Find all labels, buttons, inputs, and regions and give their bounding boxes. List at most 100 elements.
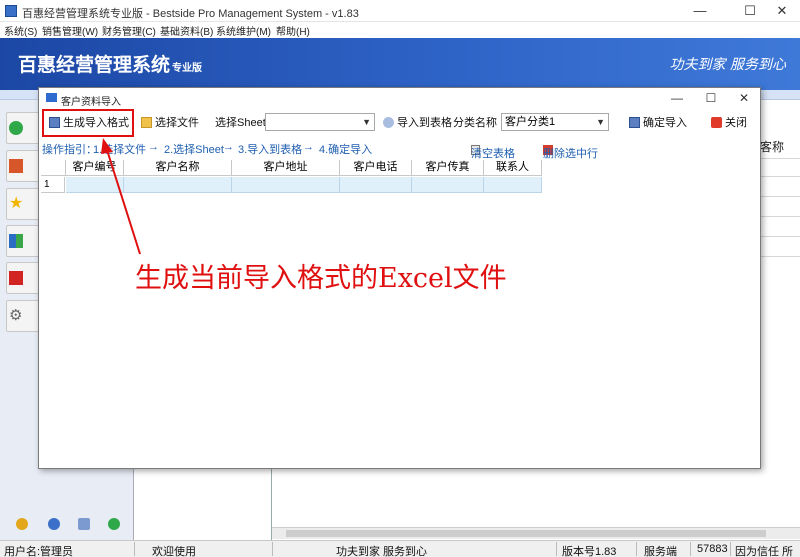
- import-to-table-button[interactable]: 导入到表格: [383, 113, 452, 131]
- banner-slogan: 功夫到家 服务到心: [669, 57, 786, 73]
- grid-cell[interactable]: [66, 177, 124, 193]
- column-header[interactable]: 联系人: [484, 160, 542, 176]
- dialog-maximize-button[interactable]: ☐: [695, 88, 727, 108]
- category-label: 分类名称: [453, 113, 497, 131]
- choose-file-label: 选择文件: [155, 117, 199, 129]
- green-circle-icon: [9, 121, 23, 135]
- status-user: 用户名:管理员: [4, 546, 74, 557]
- scrollbar-thumb[interactable]: [286, 530, 766, 537]
- status-separator: [636, 542, 637, 556]
- books-icon: [9, 234, 23, 248]
- delete-row-label: 删除选中行: [543, 148, 598, 160]
- column-header[interactable]: 客户传真: [412, 160, 484, 176]
- window-title: 百惠经营管理系统专业版 - Bestside Pro Management Sy…: [22, 8, 359, 20]
- bottom-tool-icons: [0, 514, 134, 536]
- dialog-icon: [46, 93, 57, 102]
- power-icon: [711, 116, 722, 128]
- status-separator: [730, 542, 731, 556]
- menu-bar: 系统(S) 销售管理(W) 财务管理(C) 基础资料(B) 系统维护(M) 帮助…: [0, 22, 800, 38]
- minimize-button[interactable]: —: [680, 0, 720, 22]
- dialog-titlebar: 客户资料导入 — ☐ ✕: [39, 88, 760, 108]
- search-icon[interactable]: [78, 518, 90, 530]
- menu-finance[interactable]: 财务管理(C): [102, 23, 156, 38]
- grid-cell[interactable]: [484, 177, 542, 193]
- back-icon[interactable]: [108, 518, 120, 530]
- import-icon: [383, 116, 394, 128]
- chevron-down-icon: ▼: [362, 117, 371, 127]
- guide-step-2[interactable]: 2.选择Sheet: [164, 141, 224, 157]
- clear-table-label: 清空表格: [471, 148, 515, 160]
- guide-step-4[interactable]: 4.确定导入: [319, 141, 372, 157]
- column-header-fragment: 客称: [760, 140, 785, 154]
- grid-corner: [41, 160, 66, 176]
- status-slogan: 功夫到家 服务到心: [336, 546, 428, 557]
- status-separator: [134, 542, 135, 556]
- menu-system[interactable]: 系统(S): [4, 23, 37, 38]
- menu-basic-data[interactable]: 基础资料(B): [160, 23, 213, 38]
- guide-step-1[interactable]: 1.选择文件: [93, 141, 146, 157]
- confirm-import-button[interactable]: 确定导入: [629, 113, 687, 131]
- status-server-label: 服务端: [644, 546, 677, 557]
- horizontal-scrollbar[interactable]: [272, 527, 800, 539]
- chevron-down-icon: ▼: [596, 117, 605, 127]
- red-book-icon: [9, 271, 23, 285]
- grid-cell[interactable]: [412, 177, 484, 193]
- grid-cell[interactable]: [340, 177, 412, 193]
- status-server-value: 57883: [697, 543, 728, 555]
- brand-name: 百惠经营管理系统: [18, 54, 171, 76]
- brand-banner: 百惠经营管理系统 专业版 功夫到家 服务到心: [0, 38, 800, 90]
- folder-icon: [141, 116, 152, 128]
- app-icon: [5, 5, 17, 17]
- clock-icon[interactable]: [48, 518, 60, 530]
- close-dialog-button[interactable]: 关闭: [711, 113, 747, 131]
- status-separator: [690, 542, 691, 556]
- gear-icon: ⚙: [9, 307, 23, 324]
- brand-edition: 专业版: [172, 63, 203, 74]
- status-version: 版本号1.83: [562, 546, 617, 557]
- dialog-minimize-button[interactable]: —: [661, 88, 693, 108]
- confirm-import-label: 确定导入: [643, 117, 687, 129]
- dialog-toolbar: 生成导入格式 选择文件 选择Sheet ▼ 导入到表格 分类名称 客户分类1 ▼…: [39, 110, 760, 134]
- brand-title: 百惠经营管理系统 专业版: [18, 50, 202, 77]
- close-button[interactable]: ✕: [762, 0, 800, 22]
- menu-maintenance[interactable]: 系统维护(M): [216, 23, 271, 38]
- sheet-select[interactable]: ▼: [265, 113, 375, 131]
- column-header[interactable]: 客户地址: [232, 160, 340, 176]
- grid-cell[interactable]: [124, 177, 232, 193]
- highlight-box: [42, 109, 134, 137]
- column-header[interactable]: 客户电话: [340, 160, 412, 176]
- status-welcome: 欢迎使用: [152, 546, 196, 557]
- annotation-text: 生成当前导入格式的Excel文件: [135, 263, 507, 294]
- guide-arrow: →: [223, 141, 234, 153]
- column-header[interactable]: 客户编号: [66, 160, 124, 176]
- category-select-value: 客户分类1: [505, 116, 556, 128]
- choose-file-button[interactable]: 选择文件: [141, 113, 199, 131]
- column-header[interactable]: 客户名称: [124, 160, 232, 176]
- save-icon: [629, 116, 640, 128]
- star-icon: ★: [9, 195, 24, 212]
- sheet-label-text: 选择Sheet: [215, 117, 266, 129]
- status-separator: [556, 542, 557, 556]
- operation-guide: 操作指引： 1.选择文件 → 2.选择Sheet → 3.导入到表格 → 4.确…: [39, 137, 760, 160]
- sheet-label: 选择Sheet: [215, 113, 266, 131]
- category-select[interactable]: 客户分类1 ▼: [501, 113, 609, 131]
- grid-cell[interactable]: [232, 177, 340, 193]
- menu-help[interactable]: 帮助(H): [276, 23, 310, 38]
- dialog-title: 客户资料导入: [61, 97, 121, 108]
- guide-prefix: 操作指引：: [42, 144, 97, 156]
- status-separator: [272, 542, 273, 556]
- close-dialog-label: 关闭: [725, 117, 747, 129]
- pencil-icon[interactable]: [16, 518, 28, 530]
- menu-sales[interactable]: 销售管理(W): [42, 23, 98, 38]
- dialog-close-button[interactable]: ✕: [728, 88, 760, 108]
- status-bar: 用户名:管理员 欢迎使用 功夫到家 服务到心 版本号1.83 服务端 57883…: [0, 540, 800, 557]
- guide-arrow: →: [148, 141, 159, 153]
- guide-step-3[interactable]: 3.导入到表格: [238, 141, 302, 157]
- main-titlebar: 百惠经营管理系统专业版 - Bestside Pro Management Sy…: [0, 0, 800, 22]
- row-number: 1: [41, 177, 65, 193]
- status-note: 因为信任 所: [735, 546, 794, 557]
- guide-arrow: →: [303, 141, 314, 153]
- import-to-table-label: 导入到表格: [397, 117, 452, 129]
- category-label-text: 分类名称: [453, 117, 497, 129]
- cube-icon: [9, 159, 23, 173]
